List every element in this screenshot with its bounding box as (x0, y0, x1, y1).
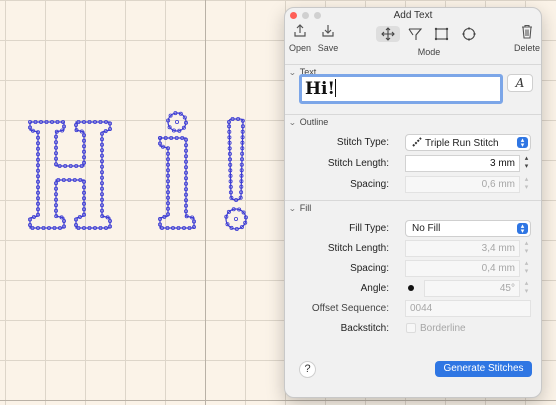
fill-stitch-length-stepper: ▴ ▾ (524, 240, 529, 255)
angle-field: 45° (424, 280, 520, 297)
circle-mode-button[interactable] (457, 26, 481, 42)
triple-run-stitch-icon (412, 137, 422, 147)
stitch-type-select[interactable]: Triple Run Stitch ▴ ▾ (405, 134, 531, 151)
rectangle-select-icon (434, 27, 449, 41)
offset-sequence-label: Offset Sequence: (311, 303, 389, 314)
toolbar: Open Save Mode Delete (285, 24, 541, 64)
borderline-checkbox (406, 323, 416, 333)
fill-type-label: Fill Type: (349, 223, 389, 234)
lasso-mode-button[interactable] (403, 26, 427, 42)
text-input[interactable]: Hi! (299, 74, 503, 104)
open-label: Open (289, 43, 312, 53)
fill-type-value: No Fill (412, 223, 441, 234)
stitch-point (233, 216, 238, 221)
fill-section-header[interactable]: ⌄ Fill (285, 201, 541, 215)
add-text-panel: Add Text Open Save Mode Delete ⌄ Text Hi… (284, 7, 542, 398)
fill-spacing-stepper: ▴ ▾ (524, 260, 529, 275)
angle-dial-icon (408, 285, 414, 291)
move-icon (381, 27, 395, 41)
popup-arrows-icon: ▴ ▾ (517, 223, 528, 235)
stitch-length-stepper[interactable]: ▴ ▾ (522, 155, 531, 172)
help-button[interactable]: ? (299, 361, 316, 378)
text-input-value: Hi! (305, 79, 335, 99)
fill-angle-row: Angle: 45° ▴ ▾ (285, 280, 541, 298)
fill-section-title: Fill (299, 203, 312, 213)
circle-select-icon (462, 27, 476, 41)
outline-section-title: Outline (299, 117, 329, 127)
fill-spacing-field: 0,4 mm (405, 260, 520, 277)
angle-label: Angle: (360, 283, 389, 294)
stitch-length-field[interactable]: 3 mm (405, 155, 520, 172)
move-mode-button[interactable] (376, 26, 400, 42)
outline-section-header[interactable]: ⌄ Outline (285, 115, 541, 129)
offset-sequence-field: 0044 (405, 300, 531, 317)
delete-label: Delete (513, 43, 540, 53)
popup-arrows-icon: ▴ ▾ (517, 137, 528, 149)
download-icon (317, 24, 339, 42)
outline-section: ⌄ Outline Stitch Type: Triple Run Stitch… (285, 114, 541, 200)
fill-type-select[interactable]: No Fill ▴ ▾ (405, 220, 531, 237)
generate-stitches-button[interactable]: Generate Stitches (435, 361, 532, 377)
font-picker-button[interactable]: A (507, 74, 533, 92)
outline-spacing-row: Spacing: 0,6 mm ▴ ▾ (285, 176, 541, 194)
open-button[interactable]: Open (289, 24, 311, 53)
save-button[interactable]: Save (317, 24, 339, 53)
window-title: Add Text (393, 10, 433, 21)
fill-stitch-length-label: Stitch Length: (327, 243, 389, 254)
angle-stepper: ▴ ▾ (524, 280, 529, 295)
fill-spacing-row: Spacing: 0,4 mm ▴ ▾ (285, 260, 541, 278)
outline-spacing-stepper: ▴ ▾ (524, 176, 529, 191)
fill-section: ⌄ Fill Fill Type: No Fill ▴ ▾ Stitch Leng… (285, 200, 541, 342)
chevron-down-icon: ⌄ (288, 203, 297, 213)
upload-icon (289, 24, 311, 42)
letter-h-outline (29, 121, 111, 229)
fill-stitch-length-row: Stitch Length: 3,4 mm ▴ ▾ (285, 240, 541, 258)
stitch-type-label: Stitch Type: (336, 137, 389, 148)
outline-stitch-length-row: Stitch Length: 3 mm ▴ ▾ (285, 155, 541, 173)
text-caret (334, 79, 336, 97)
title-bar: Add Text (285, 8, 541, 24)
chevron-down-icon: ⌄ (288, 67, 297, 77)
chevron-down-icon: ⌄ (288, 117, 297, 127)
delete-button[interactable]: Delete (513, 24, 541, 53)
letter-i-outline (159, 137, 195, 229)
stitch-point (174, 120, 179, 125)
fill-stitch-length-field: 3,4 mm (405, 240, 520, 257)
outline-stitch-type-row: Stitch Type: Triple Run Stitch ▴ ▾ (285, 134, 541, 152)
backstitch-row: Backstitch: Borderline (285, 320, 541, 338)
outline-spacing-field: 0,6 mm (405, 176, 520, 193)
backstitch-label: Backstitch: (340, 323, 389, 334)
stitch-type-value: Triple Run Stitch (425, 138, 499, 149)
mode-label: Mode (417, 47, 441, 57)
fill-type-row: Fill Type: No Fill ▴ ▾ (285, 220, 541, 238)
trash-icon (516, 24, 538, 42)
rectangle-mode-button[interactable] (430, 26, 454, 42)
fill-spacing-label: Spacing: (350, 263, 389, 274)
borderline-label: Borderline (420, 323, 466, 334)
save-label: Save (317, 43, 339, 53)
lasso-icon (408, 28, 423, 40)
offset-sequence-row: Offset Sequence: 0044 (285, 300, 541, 318)
stitch-length-label: Stitch Length: (327, 158, 389, 169)
spacing-label: Spacing: (350, 179, 389, 190)
